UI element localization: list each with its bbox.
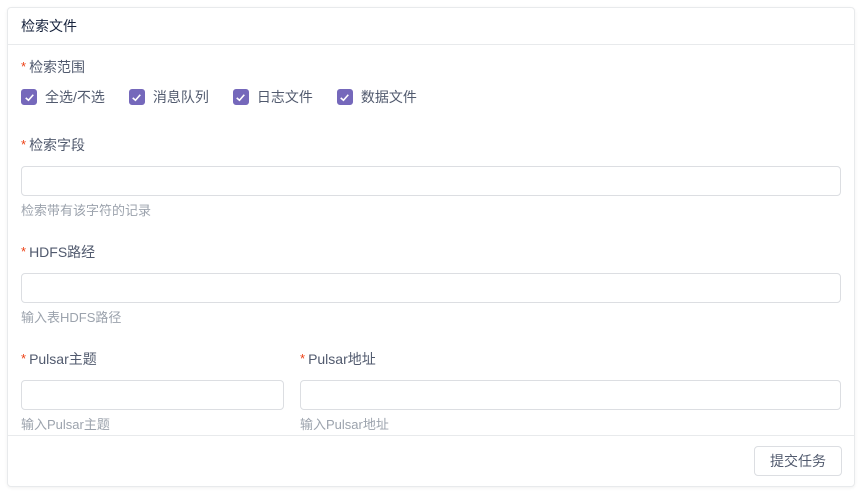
- search-field-label: *检索字段: [21, 136, 841, 154]
- required-asterisk: *: [21, 137, 26, 152]
- search-field-helper: 检索带有该字符的记录: [21, 202, 841, 219]
- checkbox-data-file[interactable]: 数据文件: [337, 88, 417, 106]
- pulsar-row: *Pulsar主题 输入Pulsar主题 *Pulsar地址 输入Pulsar地…: [21, 350, 841, 433]
- required-asterisk: *: [300, 351, 305, 366]
- pulsar-address-input[interactable]: [300, 380, 841, 410]
- card-header: 检索文件: [8, 8, 854, 45]
- pulsar-address-label: *Pulsar地址: [300, 350, 841, 368]
- card-body: *检索范围 全选/不选 消息队列 日志文件 数据文件: [8, 45, 854, 435]
- pulsar-address-helper: 输入Pulsar地址: [300, 416, 841, 433]
- scope-checkbox-group: 全选/不选 消息队列 日志文件 数据文件: [21, 88, 841, 106]
- form-item-hdfs-path: *HDFS路经 输入表HDFS路径: [21, 243, 841, 326]
- hdfs-path-input[interactable]: [21, 273, 841, 303]
- required-asterisk: *: [21, 59, 26, 74]
- search-field-input[interactable]: [21, 166, 841, 196]
- search-file-card: 检索文件 *检索范围 全选/不选 消息队列 日志文件: [7, 7, 855, 487]
- checkbox-label: 消息队列: [153, 88, 209, 106]
- form-item-pulsar-address: *Pulsar地址 输入Pulsar地址: [300, 350, 841, 433]
- checkbox-label: 日志文件: [257, 88, 313, 106]
- hdfs-path-helper: 输入表HDFS路径: [21, 309, 841, 326]
- pulsar-topic-label: *Pulsar主题: [21, 350, 284, 368]
- checkbox-label: 全选/不选: [45, 88, 105, 106]
- checkbox-message-queue[interactable]: 消息队列: [129, 88, 209, 106]
- required-asterisk: *: [21, 244, 26, 259]
- form-item-search-field: *检索字段 检索带有该字符的记录: [21, 136, 841, 219]
- pulsar-topic-input[interactable]: [21, 380, 284, 410]
- hdfs-path-label: *HDFS路经: [21, 243, 841, 261]
- card-footer: 提交任务: [8, 435, 854, 486]
- scope-label: *检索范围: [21, 58, 841, 76]
- checkbox-checked-icon[interactable]: [337, 89, 353, 105]
- checkbox-checked-icon[interactable]: [21, 89, 37, 105]
- pulsar-topic-helper: 输入Pulsar主题: [21, 416, 284, 433]
- checkbox-label: 数据文件: [361, 88, 417, 106]
- checkbox-log-file[interactable]: 日志文件: [233, 88, 313, 106]
- form-item-pulsar-topic: *Pulsar主题 输入Pulsar主题: [21, 350, 284, 433]
- checkbox-checked-icon[interactable]: [233, 89, 249, 105]
- required-asterisk: *: [21, 351, 26, 366]
- checkbox-checked-icon[interactable]: [129, 89, 145, 105]
- submit-task-button[interactable]: 提交任务: [754, 446, 842, 476]
- form-item-scope: *检索范围 全选/不选 消息队列 日志文件 数据文件: [21, 58, 841, 106]
- checkbox-select-all[interactable]: 全选/不选: [21, 88, 105, 106]
- card-title: 检索文件: [21, 16, 77, 36]
